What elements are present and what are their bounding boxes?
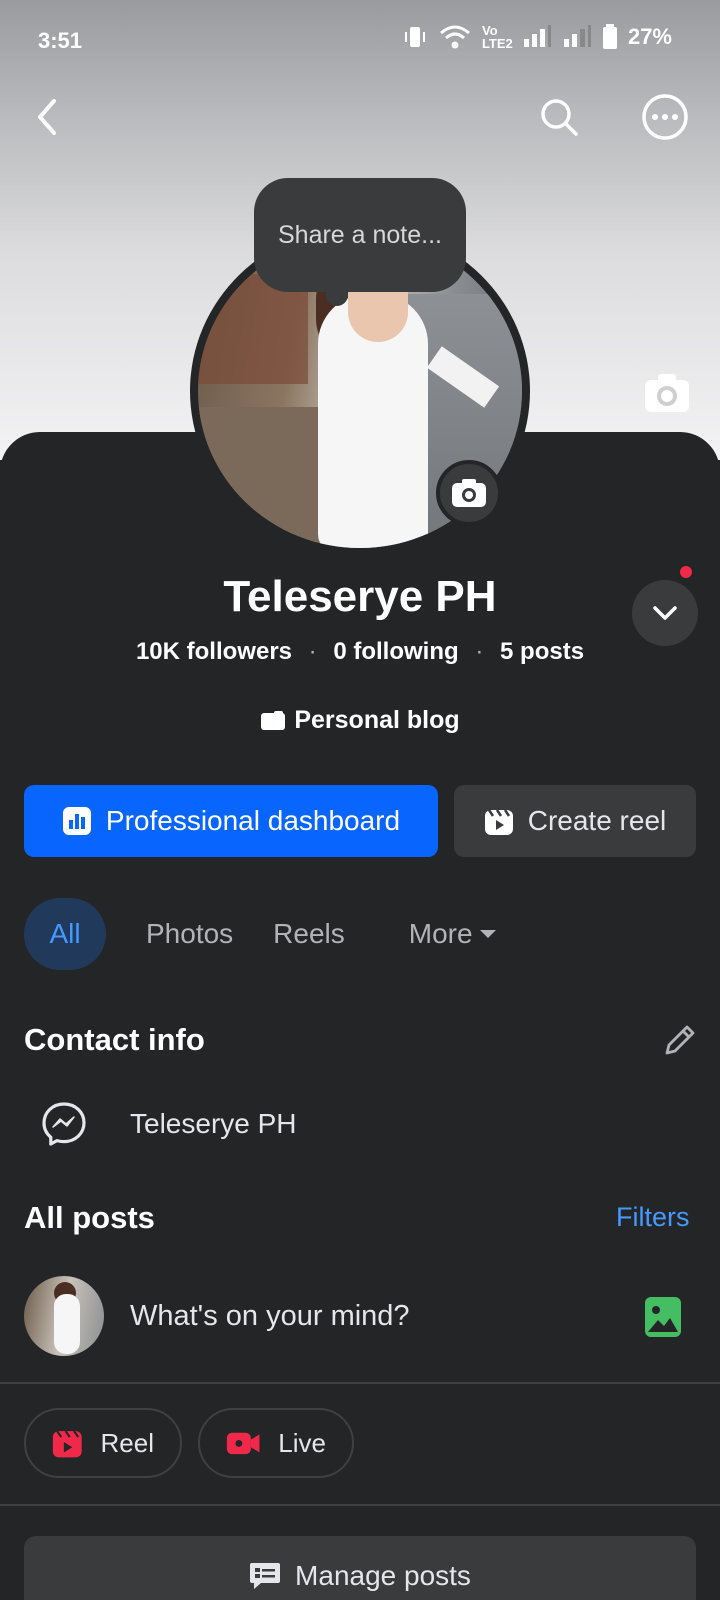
dashboard-icon xyxy=(62,807,91,835)
reel-icon xyxy=(484,809,513,835)
tab-all[interactable]: All xyxy=(24,898,106,970)
edit-profile-picture-button[interactable] xyxy=(436,460,502,526)
stats-separator: · xyxy=(308,638,317,665)
battery-level: 27% xyxy=(627,24,672,49)
filters-link[interactable]: Filters xyxy=(616,1202,690,1233)
photo-icon[interactable] xyxy=(642,1296,684,1338)
tab-reels[interactable]: Reels xyxy=(273,898,345,970)
tab-label: Photos xyxy=(146,918,234,949)
create-reel-label: Create reel xyxy=(527,805,667,836)
profile-name: Teleserye PH xyxy=(223,572,497,621)
reel-chip[interactable]: Reel xyxy=(24,1408,182,1478)
manage-posts-label: Manage posts xyxy=(295,1560,471,1591)
composer-placeholder: What's on your mind? xyxy=(130,1299,410,1332)
posts-count: 5 posts xyxy=(500,638,585,665)
divider xyxy=(0,1504,720,1506)
chevron-down-icon xyxy=(653,606,677,620)
profile-category: Personal blog xyxy=(0,706,720,735)
profile-tabs: All Photos Reels More xyxy=(24,898,497,970)
signal-icon xyxy=(523,25,551,47)
edit-contact-button[interactable] xyxy=(656,1018,702,1064)
category-label: Personal blog xyxy=(294,706,460,734)
professional-dashboard-button[interactable]: Professional dashboard xyxy=(24,785,438,857)
search-icon xyxy=(541,99,578,136)
messenger-contact-row[interactable]: Teleserye PH xyxy=(40,1096,297,1152)
battery-icon xyxy=(602,24,617,49)
tab-photos[interactable]: Photos xyxy=(146,898,233,970)
wifi-icon xyxy=(439,25,470,49)
professional-dashboard-label: Professional dashboard xyxy=(105,805,401,836)
camera-icon xyxy=(645,374,689,412)
camera-icon xyxy=(452,479,486,507)
stats-separator: · xyxy=(475,638,484,665)
contact-info-title: Contact info xyxy=(24,1022,205,1057)
create-reel-button[interactable]: Create reel xyxy=(454,785,696,857)
reel-icon xyxy=(52,1430,82,1458)
note-bubble-tail xyxy=(326,284,348,306)
caret-down-icon xyxy=(479,930,496,938)
search-button[interactable] xyxy=(530,88,588,146)
all-posts-title: All posts xyxy=(24,1200,155,1235)
manage-posts-button[interactable]: Manage posts xyxy=(24,1536,696,1600)
messenger-name: Teleserye PH xyxy=(130,1108,297,1139)
chevron-left-icon xyxy=(38,99,56,135)
edit-cover-photo-button[interactable] xyxy=(642,370,692,416)
status-time: 3:51 xyxy=(38,28,83,53)
more-options-button[interactable] xyxy=(636,88,694,146)
following-count[interactable]: 0 following xyxy=(333,638,458,665)
share-note-bubble[interactable]: Share a note... xyxy=(254,178,466,306)
reel-chip-label: Reel xyxy=(100,1427,154,1458)
tab-label: All xyxy=(49,918,81,949)
tab-more[interactable]: More xyxy=(409,898,497,970)
profile-switcher-button[interactable] xyxy=(632,580,698,646)
divider xyxy=(0,1382,720,1384)
pencil-icon xyxy=(665,1025,695,1055)
profile-stats: 10K followers · 0 following · 5 posts xyxy=(0,638,720,666)
notification-dot xyxy=(678,564,694,580)
vibrate-icon xyxy=(404,27,425,47)
more-horizontal-icon xyxy=(642,94,688,140)
post-composer[interactable]: What's on your mind? xyxy=(24,1276,696,1356)
live-chip-label: Live xyxy=(278,1427,326,1458)
tab-label: Reels xyxy=(273,918,345,949)
live-video-icon xyxy=(226,1432,260,1455)
composer-avatar xyxy=(24,1276,104,1356)
note-placeholder: Share a note... xyxy=(277,220,442,249)
signal-icon-2 xyxy=(563,25,591,47)
back-button[interactable] xyxy=(18,88,76,146)
status-icons: Vo LTE2 27% xyxy=(402,24,672,50)
network-label: Vo LTE2 xyxy=(481,23,513,51)
manage-posts-icon xyxy=(250,1563,281,1589)
tab-label: More xyxy=(408,918,473,949)
status-bar: 3:51 Vo LTE2 27% xyxy=(0,0,720,84)
followers-count[interactable]: 10K followers xyxy=(136,638,292,665)
messenger-icon xyxy=(42,1102,86,1146)
page-category-icon xyxy=(261,710,286,730)
live-chip[interactable]: Live xyxy=(198,1408,354,1478)
